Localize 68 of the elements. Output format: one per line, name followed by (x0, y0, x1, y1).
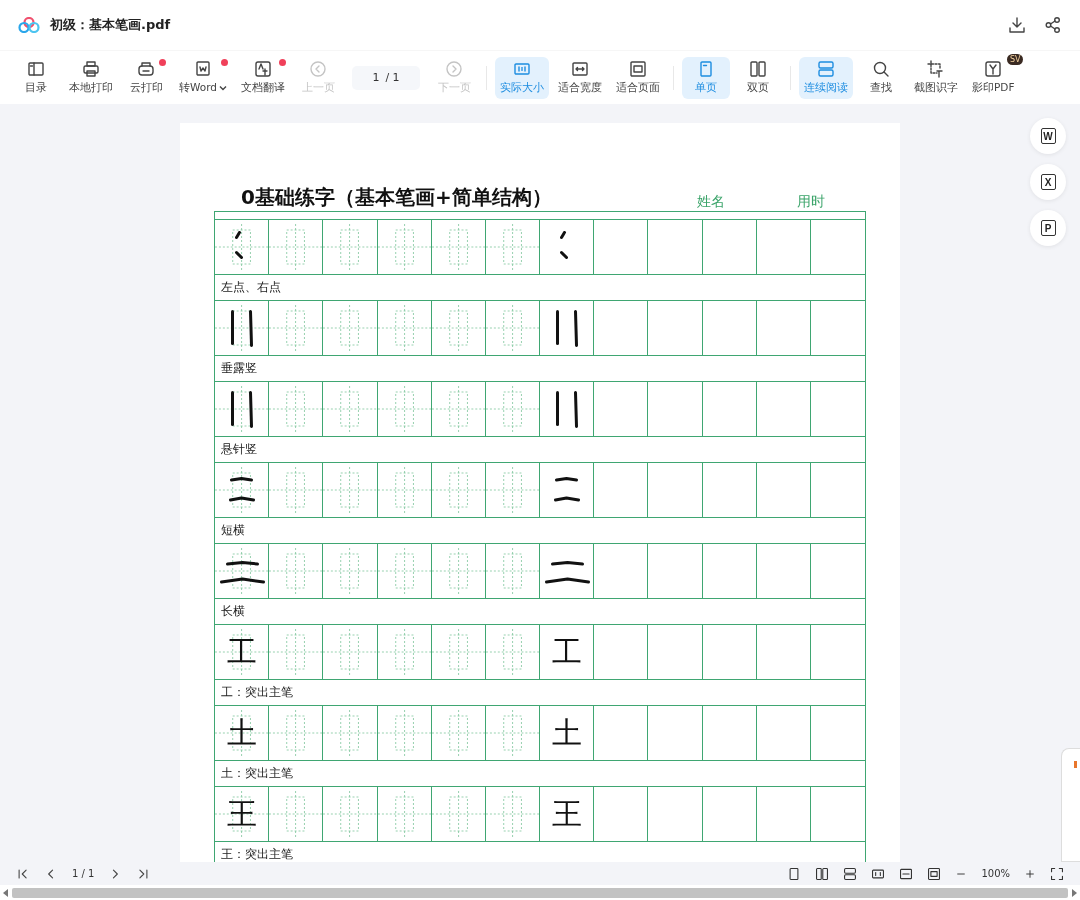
toolbar-button[interactable]: 本地打印 (64, 56, 118, 99)
convert-button[interactable]: P (1030, 210, 1066, 246)
stroke-drawing (228, 477, 255, 502)
field-label: 姓名 (696, 193, 726, 211)
stroke-caption: 土：突出主笔 (221, 765, 293, 782)
page-number-field[interactable]: 1 / 1 (352, 65, 420, 90)
toolbar-button[interactable]: 文档翻译 (236, 56, 290, 99)
stroke-caption: 长横 (221, 603, 245, 620)
fullscreen-icon[interactable] (1050, 866, 1064, 881)
toolbar-button[interactable]: 目录 (12, 56, 60, 99)
stroke-drawing (553, 477, 580, 502)
stroke-drawing (544, 561, 590, 584)
stroke-drawing (219, 561, 265, 584)
actual-size-icon[interactable] (871, 866, 886, 881)
search-icon[interactable] (872, 60, 890, 78)
toolbar-button[interactable]: 双页 (734, 56, 782, 99)
document-icon[interactable] (194, 60, 212, 78)
translate-icon[interactable] (254, 60, 272, 78)
badge: SV (1006, 53, 1024, 65)
stroke-caption: 工：突出主笔 (221, 684, 293, 701)
stroke-drawing (234, 230, 243, 259)
stroke-caption: 左点、右点 (221, 279, 281, 296)
zoom-level: 100% (981, 868, 1010, 879)
toolbar-button[interactable]: 截图识字 (909, 56, 963, 99)
fit-page-icon[interactable] (629, 60, 647, 78)
page-indicator: 1 / 1 (72, 868, 95, 879)
printer-icon[interactable] (137, 60, 155, 78)
fit-width-icon[interactable] (571, 60, 589, 78)
sidebar-icon[interactable] (27, 60, 45, 78)
convert-button[interactable]: X (1030, 164, 1066, 200)
printer-icon[interactable] (82, 60, 100, 78)
model-character: 王 (551, 799, 582, 829)
model-character: 工 (226, 637, 257, 667)
stroke-caption: 垂露竖 (221, 360, 257, 377)
continuous-icon[interactable] (843, 866, 858, 881)
toolbar-button[interactable]: 转Word (174, 56, 232, 99)
double-page-icon[interactable] (815, 866, 830, 881)
stroke-drawing (230, 390, 253, 428)
stroke-drawing (555, 309, 578, 347)
model-character: 工 (551, 637, 582, 667)
convert-button[interactable]: W (1030, 118, 1066, 154)
toolbar-button[interactable]: 云打印 (122, 56, 170, 99)
stroke-drawing (230, 309, 253, 347)
scan-icon[interactable] (984, 60, 1003, 78)
crop-icon[interactable] (927, 60, 945, 78)
fit-page-icon[interactable] (927, 866, 942, 881)
zoom-in-icon[interactable] (1024, 867, 1036, 880)
fit-width-icon[interactable] (899, 866, 914, 881)
share-icon[interactable] (1044, 16, 1062, 34)
model-character: 土 (551, 718, 582, 748)
stroke-caption: 王：突出主笔 (221, 846, 293, 862)
horizontal-scrollbar[interactable] (0, 885, 1080, 900)
model-character: 土 (226, 718, 257, 748)
download-icon[interactable] (1008, 16, 1026, 34)
single-page-icon[interactable] (787, 866, 802, 881)
stroke-drawing (555, 390, 578, 428)
stroke-caption: 短横 (221, 522, 245, 539)
double-page-icon[interactable] (749, 60, 767, 78)
toolbar-button[interactable]: 适合页面 (611, 56, 665, 99)
model-character: 王 (226, 799, 257, 829)
window-title: 初级：基本笔画.pdf (50, 16, 172, 34)
stroke-drawing (559, 230, 568, 259)
sheet-title: 0基础练字（基本笔画+简单结构） (241, 184, 553, 211)
toolbar-button[interactable]: 查找 (857, 56, 905, 99)
field-label: 用时 (796, 193, 826, 211)
toolbar-button[interactable]: 适合宽度 (553, 56, 607, 99)
logo-icon (18, 17, 40, 33)
stroke-caption: 悬针竖 (221, 441, 257, 458)
